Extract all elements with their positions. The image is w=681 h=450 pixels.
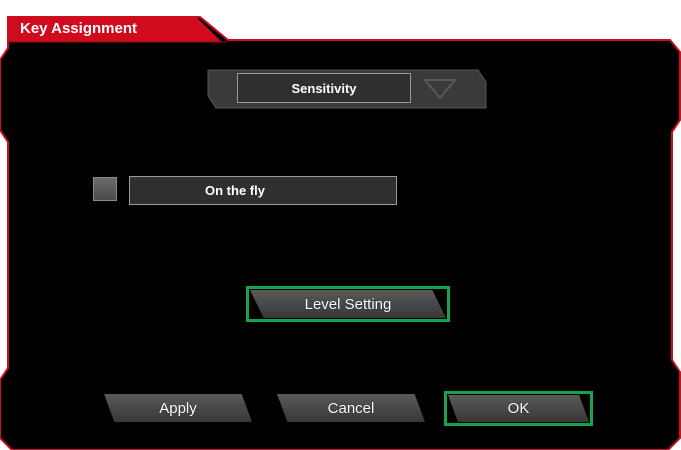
on-the-fly-checkbox[interactable] xyxy=(93,177,117,201)
sensitivity-select[interactable]: Sensitivity xyxy=(237,73,411,103)
on-the-fly-select[interactable]: On the fly xyxy=(129,176,397,205)
level-setting-button[interactable]: Level Setting xyxy=(250,290,446,318)
apply-button[interactable]: Apply xyxy=(104,394,252,422)
ok-button[interactable]: OK xyxy=(448,395,589,422)
dialog-frame xyxy=(0,16,681,450)
on-the-fly-select-value: On the fly xyxy=(205,183,265,198)
level-setting-label: Level Setting xyxy=(304,295,392,313)
cancel-label: Cancel xyxy=(327,399,375,417)
cancel-button[interactable]: Cancel xyxy=(277,394,425,422)
apply-label: Apply xyxy=(159,399,197,417)
sensitivity-select-value: Sensitivity xyxy=(291,80,357,96)
ok-label: OK xyxy=(507,400,530,417)
window-title: Key Assignment xyxy=(20,20,137,37)
